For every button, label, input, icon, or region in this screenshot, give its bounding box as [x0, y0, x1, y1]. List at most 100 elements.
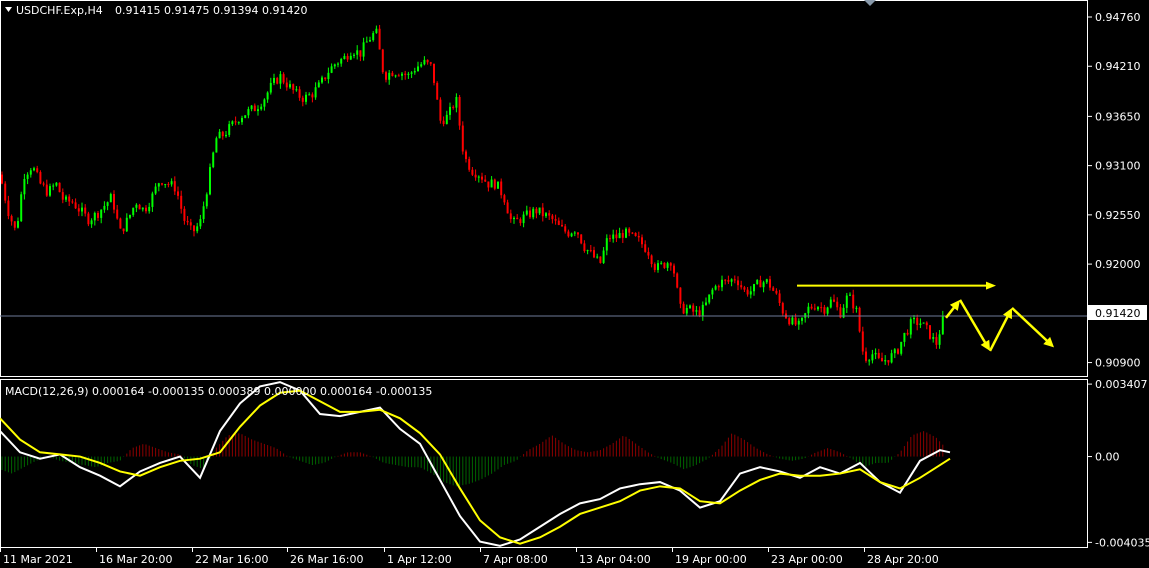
- candle-body: [321, 77, 323, 83]
- candle-body: [900, 341, 903, 354]
- dropdown-triangle-icon[interactable]: [5, 7, 12, 12]
- candle-body: [701, 304, 704, 316]
- price-tick-label: 0.93100: [1095, 160, 1141, 173]
- candle-body: [39, 172, 42, 184]
- candle-body: [849, 294, 851, 296]
- candle-body: [714, 286, 717, 290]
- arrow-head-icon: [986, 281, 996, 290]
- candle-body: [605, 238, 608, 251]
- candle-body: [148, 206, 151, 212]
- candle-body: [570, 233, 573, 237]
- candle-body: [855, 307, 858, 309]
- candle-body: [177, 191, 179, 196]
- candle-body: [247, 109, 250, 116]
- candle-body: [29, 170, 32, 175]
- candle-body: [145, 207, 147, 212]
- candle-body: [93, 212, 96, 221]
- candle-body: [52, 185, 55, 187]
- candle-body: [877, 352, 880, 358]
- candle-body: [209, 167, 211, 195]
- candle-body: [164, 184, 167, 186]
- candle-body: [77, 208, 80, 212]
- candle-body: [349, 55, 352, 60]
- time-tick-label: 13 Apr 04:00: [579, 553, 651, 566]
- candle-body: [669, 263, 672, 266]
- candle-body: [762, 282, 765, 288]
- time-tick-label: 1 Apr 12:00: [387, 553, 452, 566]
- candle-body: [42, 183, 45, 185]
- candle-body: [484, 179, 487, 182]
- candle-body: [711, 289, 714, 295]
- candle-body: [151, 193, 154, 207]
- time-tick-label: 16 Mar 20:00: [99, 553, 172, 566]
- candle-body: [375, 28, 378, 34]
- candle-body: [170, 181, 173, 185]
- candle-body: [385, 72, 387, 80]
- candle-body: [788, 318, 791, 325]
- candle-body: [727, 279, 730, 282]
- candle-body: [241, 117, 243, 123]
- candle-body: [161, 183, 163, 185]
- candle-body: [705, 302, 707, 305]
- candle-body: [759, 280, 762, 288]
- candle-body: [36, 168, 39, 173]
- candle-body: [183, 208, 186, 221]
- candle-body: [388, 72, 391, 80]
- candle-body: [577, 232, 579, 235]
- candle-body: [721, 279, 723, 288]
- candle-body: [468, 159, 471, 170]
- candle-body: [810, 306, 813, 309]
- candle-body: [413, 71, 416, 73]
- candle-body: [362, 42, 365, 57]
- candle-body: [548, 213, 551, 216]
- candle-body: [922, 322, 925, 324]
- candle-body: [909, 319, 912, 335]
- panel-collapse-icon[interactable]: [864, 0, 876, 6]
- candle-body: [589, 250, 592, 252]
- candle-body: [461, 125, 464, 152]
- candle-body: [273, 78, 275, 83]
- candle-body: [289, 84, 291, 88]
- candle-body: [823, 307, 826, 314]
- candle-body: [26, 174, 29, 179]
- candle-body: [487, 181, 490, 188]
- candle-body: [394, 75, 397, 77]
- candle-body: [513, 217, 515, 220]
- candle-body: [583, 243, 586, 251]
- candle-body: [557, 220, 560, 225]
- candle-body: [529, 210, 531, 218]
- candle-body: [631, 232, 634, 234]
- candle-body: [253, 105, 256, 112]
- candle-body: [449, 106, 451, 115]
- candle-body: [663, 262, 666, 268]
- candle-body: [87, 213, 90, 225]
- candle-body: [225, 134, 227, 137]
- candle-body: [698, 310, 701, 316]
- candle-body: [20, 194, 23, 222]
- candle-body: [157, 183, 160, 187]
- candle-body: [369, 40, 371, 42]
- candle-body: [641, 237, 643, 245]
- candle-body: [660, 262, 663, 264]
- candle-body: [113, 194, 115, 210]
- candle-body: [820, 307, 823, 309]
- signal-line: [0, 389, 951, 545]
- candle-body: [103, 205, 106, 210]
- candle-body: [903, 332, 906, 342]
- chart-symbol: USDCHF.Exp,H4: [16, 4, 103, 17]
- candle-body: [535, 208, 538, 214]
- candle-body: [621, 233, 624, 238]
- candle-body: [471, 169, 474, 175]
- candle-body: [116, 209, 119, 219]
- candle-body: [343, 56, 346, 60]
- candle-body: [221, 131, 224, 137]
- candle-body: [218, 131, 221, 139]
- macd-lines: [0, 381, 951, 547]
- candle-body: [615, 234, 618, 239]
- candle-body: [346, 56, 349, 60]
- candle-body: [817, 307, 819, 310]
- candle-body: [682, 303, 685, 314]
- time-tick-label: 7 Apr 08:00: [483, 553, 548, 566]
- forecast-arrow-line: [988, 314, 1010, 352]
- time-tick-label: 19 Apr 00:00: [675, 553, 747, 566]
